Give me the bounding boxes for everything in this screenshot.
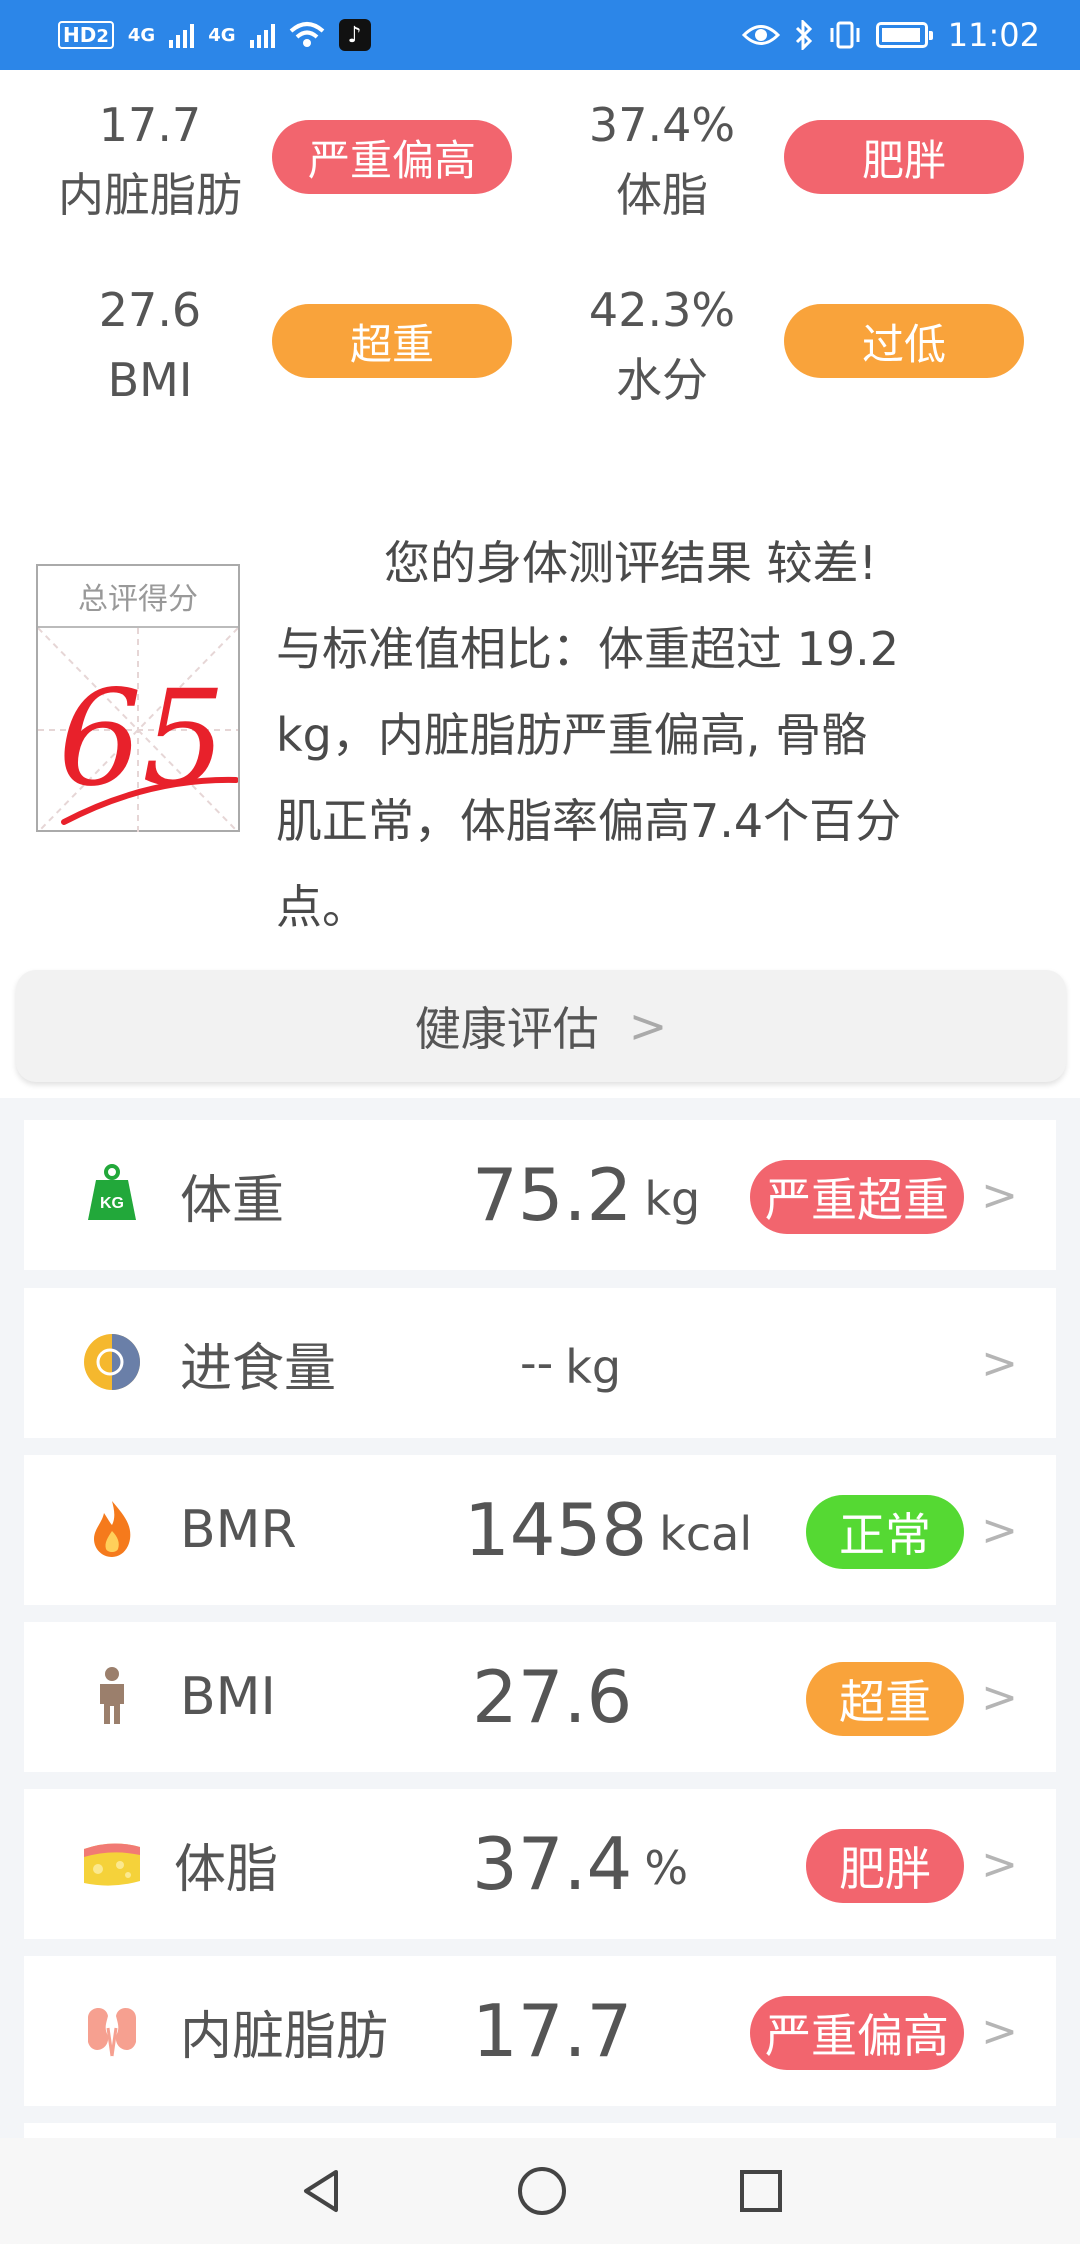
row-value: -- kg bbox=[520, 1336, 622, 1394]
chevron-right-icon: > bbox=[981, 2005, 1018, 2057]
row-label: 进食量 bbox=[180, 1338, 337, 1399]
row-value: 27.6 bbox=[472, 1655, 633, 1739]
kidney-icon bbox=[88, 2007, 136, 2057]
status-badge: 严重偏高 bbox=[750, 1996, 964, 2070]
back-icon[interactable] bbox=[296, 2166, 346, 2216]
row-label: BMR bbox=[180, 1500, 297, 1560]
status-badge: 严重超重 bbox=[750, 1160, 964, 1234]
row-value: 17.7 bbox=[472, 1989, 633, 2073]
status-badge-body-fat: 肥胖 bbox=[784, 120, 1024, 194]
metric-value: 42.3% bbox=[588, 283, 736, 337]
metric-name: 水分 bbox=[616, 353, 708, 407]
chevron-right-icon: > bbox=[981, 1504, 1018, 1556]
summary-line: 您的身体测评结果 较差! bbox=[384, 536, 878, 590]
list-item-partial bbox=[24, 2123, 1056, 2138]
status-badge: 超重 bbox=[806, 1662, 964, 1736]
home-icon[interactable] bbox=[516, 2165, 568, 2217]
svg-text:KG: KG bbox=[100, 1195, 124, 1212]
list-item-food-intake[interactable]: 进食量 -- kg > bbox=[24, 1288, 1056, 1438]
chevron-right-icon: > bbox=[981, 1337, 1018, 1389]
row-value: 75.2 kg bbox=[472, 1153, 701, 1237]
status-badge-bmi: 超重 bbox=[272, 304, 512, 378]
metric-value: 27.6 bbox=[98, 283, 202, 337]
row-value: 37.4% bbox=[472, 1822, 689, 1906]
metric-visceral-fat: 17.7 内脏脂肪 bbox=[30, 90, 270, 230]
wifi-icon bbox=[289, 22, 324, 47]
summary-line: 点。 bbox=[276, 880, 368, 934]
row-value: 1458 kcal bbox=[464, 1488, 753, 1572]
metric-bmi: 27.6 BMI bbox=[30, 275, 270, 415]
chevron-right-icon: > bbox=[981, 1838, 1018, 1890]
network-type-2: 4G bbox=[208, 24, 236, 46]
health-assessment-label: 健康评估 bbox=[414, 1002, 599, 1056]
metric-value: 17.7 bbox=[98, 98, 202, 152]
row-label: 体重 bbox=[180, 1170, 285, 1231]
kg-weight-icon: KG bbox=[88, 1164, 136, 1220]
row-label: 体脂 bbox=[174, 1839, 279, 1900]
person-icon bbox=[100, 1667, 124, 1724]
signal-strength-icon-2 bbox=[249, 22, 275, 48]
network-type-1: 4G bbox=[127, 24, 156, 46]
status-badge: 肥胖 bbox=[806, 1829, 964, 1903]
assessment-summary: 您的身体测评结果 较差! 与标准值相比：体重超过 19.2 kg，内脏脂肪严重偏… bbox=[276, 520, 1036, 950]
metric-value: 37.4% bbox=[588, 98, 736, 152]
summary-line: kg，内脏脂肪严重偏高, 骨骼 bbox=[276, 708, 868, 762]
chevron-right-icon: > bbox=[628, 999, 668, 1053]
eye-comfort-icon bbox=[741, 25, 780, 45]
summary-line: 与标准值相比：体重超过 19.2 bbox=[276, 622, 900, 676]
signal-strength-icon bbox=[169, 22, 195, 48]
battery-icon bbox=[875, 22, 933, 48]
total-score-box: 总评得分 65 bbox=[36, 564, 240, 832]
tiktok-notification-icon: ♪ bbox=[338, 19, 371, 51]
fat-tissue-icon bbox=[84, 1843, 140, 1886]
list-item-weight[interactable]: KG 体重 75.2 kg 严重超重 > bbox=[24, 1120, 1056, 1270]
metric-name: 体脂 bbox=[616, 168, 708, 222]
chevron-right-icon: > bbox=[981, 1169, 1018, 1221]
hd-voice-indicator: HD2 bbox=[58, 21, 114, 49]
row-label: 内脏脂肪 bbox=[180, 2006, 389, 2067]
status-badge: 正常 bbox=[806, 1495, 964, 1569]
summary-line: 肌正常，体脂率偏高7.4个百分 bbox=[276, 794, 902, 848]
metric-water: 42.3% 水分 bbox=[542, 275, 782, 415]
status-bar: HD2 4G 4G ♪ 11:02 bbox=[0, 0, 1080, 70]
chevron-right-icon: > bbox=[981, 1671, 1018, 1723]
score-value: 65 bbox=[58, 662, 226, 816]
status-badge-visceral-fat: 严重偏高 bbox=[272, 120, 512, 194]
bluetooth-icon bbox=[795, 20, 812, 50]
list-item-body-fat[interactable]: 体脂 37.4% 肥胖 > bbox=[24, 1789, 1056, 1939]
flame-icon bbox=[94, 1501, 131, 1557]
metric-body-fat: 37.4% 体脂 bbox=[542, 90, 782, 230]
list-item-bmr[interactable]: BMR 1458 kcal 正常 > bbox=[24, 1455, 1056, 1605]
clock: 11:02 bbox=[947, 16, 1040, 54]
list-item-bmi[interactable]: BMI 27.6 超重 > bbox=[24, 1622, 1056, 1772]
vibrate-icon bbox=[830, 21, 860, 49]
score-label: 总评得分 bbox=[38, 566, 238, 628]
status-badge-water: 过低 bbox=[784, 304, 1024, 378]
metric-name: BMI bbox=[107, 353, 193, 407]
metric-name: 内脏脂肪 bbox=[58, 168, 242, 222]
row-label: BMI bbox=[180, 1667, 276, 1727]
list-item-visceral-fat[interactable]: 内脏脂肪 17.7 严重偏高 > bbox=[24, 1956, 1056, 2106]
system-navigation-bar bbox=[0, 2138, 1080, 2244]
food-intake-icon bbox=[84, 1334, 140, 1390]
health-assessment-button[interactable]: 健康评估 > bbox=[16, 970, 1066, 1082]
recent-apps-icon[interactable] bbox=[738, 2168, 784, 2214]
